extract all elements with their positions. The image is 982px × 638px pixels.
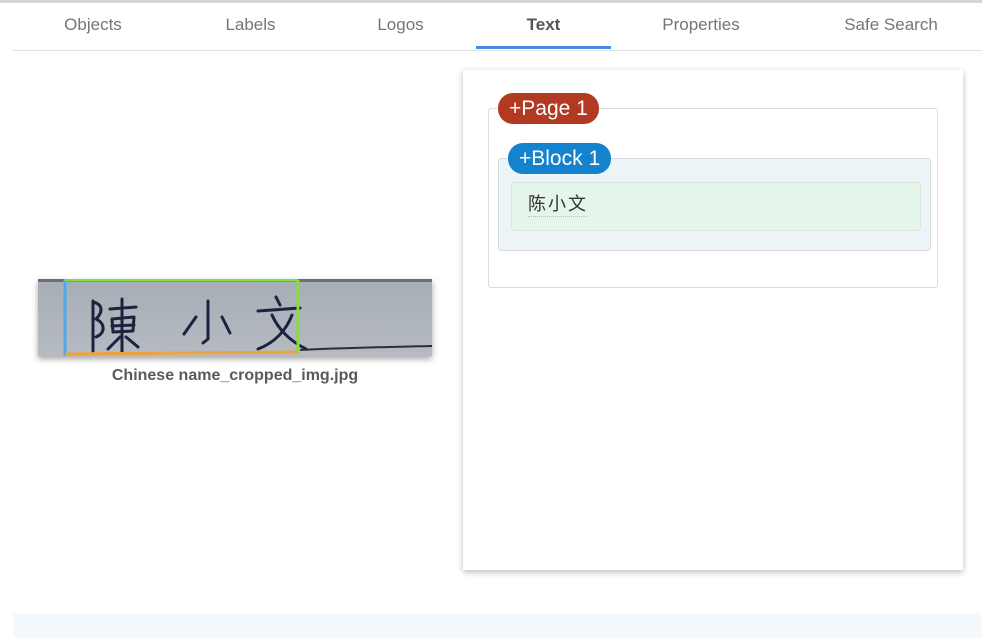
detected-text[interactable]: 陈小文 [528, 190, 588, 217]
tab-bar: Objects Labels Logos Text Properties Saf… [13, 3, 982, 51]
tab-labels[interactable]: Labels [173, 3, 328, 47]
uploaded-image [38, 279, 432, 356]
block-chip[interactable]: +Block 1 [508, 143, 612, 174]
tab-text[interactable]: Text [476, 3, 611, 47]
tab-safe-search[interactable]: Safe Search [791, 3, 982, 47]
active-tab-indicator [476, 46, 611, 49]
text-results-panel: +Page 1 +Block 1 陈小文 [463, 70, 963, 570]
tab-logos[interactable]: Logos [328, 3, 473, 47]
bottom-panel [13, 613, 982, 638]
tab-properties[interactable]: Properties [611, 3, 791, 47]
page-chip[interactable]: +Page 1 [498, 93, 599, 124]
image-filename: Chinese name_cropped_img.jpg [111, 367, 359, 384]
handwriting-image [38, 279, 432, 356]
tab-objects[interactable]: Objects [13, 3, 173, 47]
